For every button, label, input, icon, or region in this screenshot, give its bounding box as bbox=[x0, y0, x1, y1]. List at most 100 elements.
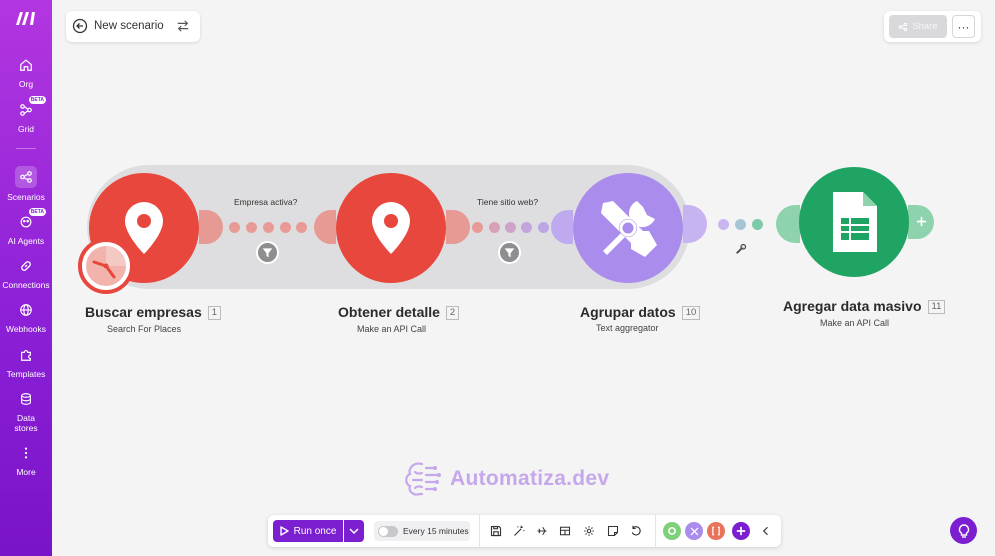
connector-dot bbox=[280, 222, 291, 233]
module-subtitle: Text aggregator bbox=[596, 323, 659, 333]
puzzle-icon bbox=[21, 350, 31, 361]
module-obtener-detalle[interactable] bbox=[336, 173, 446, 283]
vertical-dots-icon bbox=[24, 447, 28, 459]
more-options-button[interactable]: ··· bbox=[952, 15, 975, 38]
module-number: 2 bbox=[445, 306, 460, 320]
sidebar-item-label: Connections bbox=[2, 280, 50, 290]
notes-sticky-button[interactable] bbox=[605, 523, 621, 539]
sidebar-item-label: More bbox=[16, 467, 36, 477]
connector-dot bbox=[505, 222, 516, 233]
module-agregar-data-masivo[interactable] bbox=[799, 167, 909, 277]
map-pin-icon bbox=[372, 202, 410, 254]
app-flow-control-button[interactable] bbox=[663, 522, 681, 540]
run-once-button[interactable]: Run once bbox=[273, 520, 343, 542]
module-number: 11 bbox=[927, 300, 946, 314]
app-tools-button[interactable] bbox=[685, 522, 703, 540]
globe-icon bbox=[20, 304, 32, 316]
sidebar-item-webhooks[interactable]: Webhooks bbox=[0, 300, 52, 334]
sidebar-item-connections[interactable]: Connections bbox=[0, 256, 52, 290]
toolbar-divider bbox=[479, 515, 480, 547]
auto-align-button[interactable] bbox=[511, 523, 527, 539]
sidebar: Org BETA Grid Scenarios BETA AI Agents C… bbox=[0, 0, 52, 556]
connector-dot bbox=[752, 219, 763, 230]
connector-dot bbox=[735, 219, 746, 230]
back-arrow-icon[interactable] bbox=[72, 18, 88, 34]
connector-dot bbox=[296, 222, 307, 233]
spreadsheet-icon bbox=[833, 192, 877, 252]
module-input-handle[interactable] bbox=[776, 205, 800, 243]
funnel-icon bbox=[262, 248, 273, 258]
plus-icon bbox=[736, 526, 746, 536]
beta-badge: BETA bbox=[28, 208, 46, 216]
route-label: Tiene sitio web? bbox=[477, 197, 539, 207]
connector-dot bbox=[472, 222, 483, 233]
share-label: Share bbox=[912, 21, 938, 32]
sidebar-item-ai-agents[interactable]: BETA AI Agents bbox=[0, 208, 52, 246]
schedule-switch[interactable] bbox=[378, 525, 398, 537]
flow-explain-button[interactable] bbox=[534, 523, 550, 539]
add-module-button[interactable] bbox=[908, 205, 934, 239]
sidebar-item-more[interactable]: More bbox=[0, 443, 52, 477]
sidebar-item-grid[interactable]: BETA Grid bbox=[0, 96, 52, 134]
sidebar-item-label: Scenarios bbox=[7, 192, 45, 202]
schedule-clock[interactable] bbox=[78, 238, 134, 294]
share-button[interactable]: Share bbox=[889, 15, 947, 38]
filter-button[interactable] bbox=[256, 241, 279, 264]
route-label: Empresa activa? bbox=[234, 197, 298, 207]
filter-button[interactable] bbox=[498, 241, 521, 264]
sidebar-item-label: AI Agents bbox=[7, 236, 45, 246]
module-number: 10 bbox=[681, 306, 701, 320]
schedule-label: Every 15 minutes bbox=[403, 526, 469, 536]
undo-button[interactable] bbox=[628, 523, 644, 539]
save-button[interactable] bbox=[488, 523, 504, 539]
sidebar-item-label: Org bbox=[18, 79, 34, 89]
sidebar-item-templates[interactable]: Templates bbox=[0, 345, 52, 379]
scenario-settings-button[interactable] bbox=[581, 523, 597, 539]
brackets-icon bbox=[712, 526, 720, 536]
notes-button[interactable] bbox=[557, 523, 573, 539]
module-subtitle: Make an API Call bbox=[820, 318, 890, 328]
module-subtitle: Search For Places bbox=[107, 324, 182, 334]
add-app-button[interactable] bbox=[732, 522, 750, 540]
share-icon bbox=[899, 22, 908, 31]
connector-dot bbox=[538, 222, 549, 233]
beta-badge: BETA bbox=[28, 96, 46, 104]
module-agrupar-datos[interactable] bbox=[573, 173, 683, 283]
scenario-name[interactable]: New scenario bbox=[94, 20, 164, 32]
sidebar-item-label: Webhooks bbox=[5, 324, 46, 334]
sidebar-item-scenarios[interactable]: Scenarios bbox=[0, 166, 52, 202]
connector-dot bbox=[263, 222, 274, 233]
connector-dot bbox=[718, 219, 729, 230]
app-text-parser-button[interactable] bbox=[707, 522, 725, 540]
swap-settings-icon[interactable] bbox=[176, 19, 190, 33]
airplane-icon bbox=[537, 526, 547, 536]
run-options-dropdown[interactable] bbox=[344, 520, 364, 542]
collapse-toolbar-button[interactable] bbox=[758, 523, 774, 539]
module-title: Agrupar datos 10 bbox=[580, 304, 701, 320]
share-nodes-icon bbox=[20, 171, 32, 183]
schedule-toggle[interactable]: Every 15 minutes bbox=[374, 521, 470, 541]
connector-dot bbox=[521, 222, 532, 233]
note-icon bbox=[607, 525, 619, 537]
play-icon bbox=[279, 526, 289, 536]
home-icon bbox=[20, 59, 32, 71]
module-output-handle[interactable] bbox=[683, 205, 707, 243]
ai-agent-icon bbox=[20, 216, 32, 228]
sidebar-item-org[interactable]: Org bbox=[0, 55, 52, 89]
sidebar-divider bbox=[16, 148, 36, 149]
help-button[interactable] bbox=[950, 517, 977, 544]
sidebar-item-data-stores[interactable]: Data stores bbox=[0, 389, 52, 433]
run-once-label: Run once bbox=[293, 525, 337, 537]
wrench-icon[interactable] bbox=[735, 243, 747, 255]
make-logo-icon[interactable] bbox=[14, 9, 38, 27]
gear-icon bbox=[668, 527, 676, 535]
map-pin-icon bbox=[125, 202, 163, 254]
database-icon bbox=[21, 393, 31, 405]
watermark: Automatiza.dev bbox=[402, 458, 609, 500]
module-title: Obtener detalle 2 bbox=[338, 304, 460, 320]
module-subtitle: Make an API Call bbox=[357, 324, 427, 334]
module-title: Agregar data masivo 11 bbox=[783, 298, 946, 314]
connector-dot bbox=[229, 222, 240, 233]
tools-icon bbox=[601, 201, 657, 257]
toolbar-divider bbox=[655, 515, 656, 547]
